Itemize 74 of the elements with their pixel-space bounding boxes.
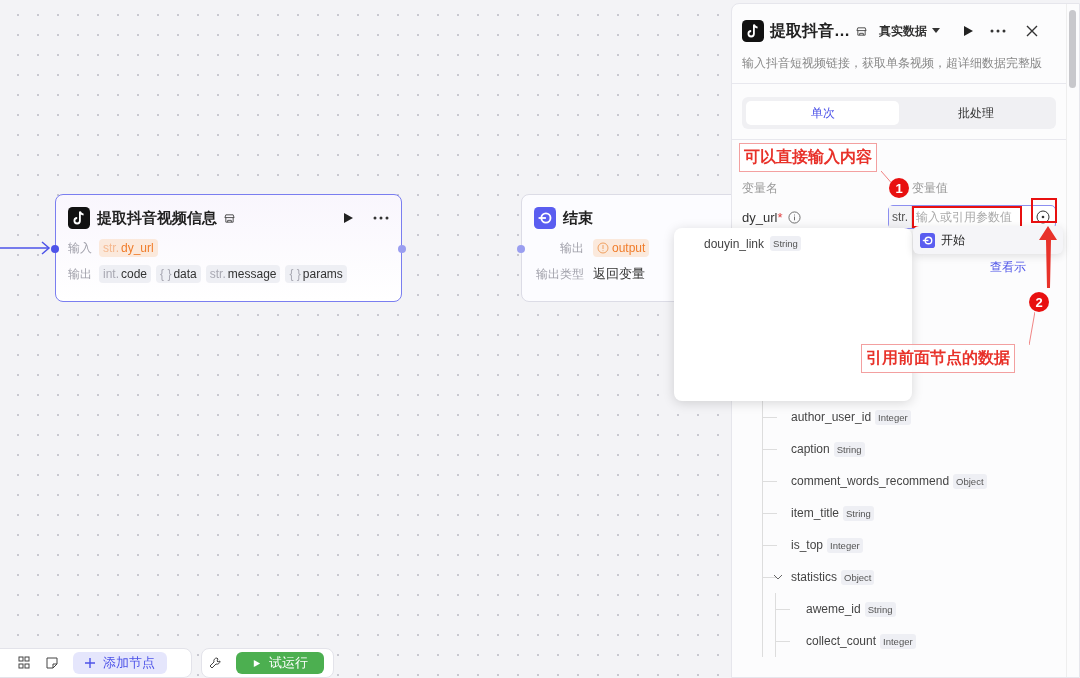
field-name: comment_words_recommend — [791, 474, 950, 488]
variable-tag: str. message — [205, 265, 281, 283]
example-link[interactable]: 查看示 — [990, 259, 1026, 276]
field-name: item_title — [791, 506, 840, 520]
annotation-callout: 引用前面节点的数据 — [861, 344, 1015, 373]
variable-tag: { } params — [285, 265, 347, 283]
node-title: 结束 — [563, 208, 593, 228]
variable-tag: output — [593, 239, 650, 257]
more-icon[interactable] — [373, 216, 389, 220]
type-tag: Integer — [875, 409, 911, 425]
input-field[interactable]: str. 输入或引用参数值 — [888, 205, 1056, 229]
field-name: aweme_id — [806, 602, 861, 616]
annotation-callout: 可以直接输入内容 — [739, 143, 877, 172]
exit-icon — [534, 207, 556, 229]
input-port[interactable] — [51, 245, 59, 253]
type-tag: Object — [841, 569, 875, 585]
grid-icon[interactable] — [17, 656, 31, 670]
connector-arrow — [0, 241, 52, 255]
exit-icon — [920, 232, 935, 248]
variable-name[interactable]: douyin_link — [704, 236, 765, 251]
input-port[interactable] — [517, 245, 525, 253]
store-icon — [856, 25, 867, 37]
data-mode-dropdown[interactable]: 真实数据 — [873, 22, 948, 40]
store-icon — [224, 212, 235, 224]
caret-icon — [932, 28, 940, 34]
reference-icon[interactable] — [1036, 210, 1050, 224]
field-name: is_top — [791, 538, 824, 552]
type-tag: Integer — [827, 537, 863, 553]
field-name: author_user_id — [791, 410, 872, 424]
column-header: 变量名 — [742, 180, 779, 197]
row-label: 输出类型 — [535, 265, 584, 283]
type-tag: String — [864, 601, 896, 617]
leader-line — [1029, 312, 1035, 345]
note-icon[interactable] — [45, 656, 59, 670]
field-name: statistics — [791, 570, 837, 584]
field-name: collect_count — [806, 634, 877, 648]
variable-tag: int. code — [99, 265, 152, 283]
variable-tag: { } data — [156, 265, 201, 283]
music-note-logo-icon — [742, 20, 764, 42]
scrollbar-thumb[interactable] — [1069, 10, 1076, 88]
chevron-icon[interactable] — [773, 572, 783, 582]
row-label: 输出 — [559, 239, 584, 257]
type-tag: String — [843, 505, 874, 521]
music-note-logo-icon — [68, 207, 90, 229]
panel-title: 提取抖音… — [770, 20, 850, 41]
row-label: 输入 — [68, 239, 93, 257]
tab[interactable]: 批处理 — [899, 101, 1052, 125]
type-tag: String — [833, 441, 865, 457]
plus-icon — [85, 658, 95, 668]
pointer-arrow — [1038, 226, 1058, 288]
add-node-button[interactable]: 添加节点 — [73, 652, 167, 674]
variable-tag: str. dy_url — [99, 239, 158, 257]
more-icon[interactable] — [990, 29, 1006, 33]
type-tag: Integer — [880, 633, 916, 649]
info-icon[interactable] — [788, 210, 802, 224]
column-header: 变量值 — [912, 180, 948, 197]
type-tag: Object — [953, 473, 987, 489]
row-value: 返回变量 — [593, 265, 645, 283]
node-menu-item[interactable]: 开始 — [913, 226, 1063, 254]
node-title: 提取抖音视频信息 — [97, 208, 217, 228]
highlight-frame — [1031, 198, 1057, 223]
close-icon[interactable] — [1026, 25, 1038, 37]
warning-icon — [597, 242, 609, 254]
tab[interactable]: 单次 — [746, 101, 899, 125]
value-input[interactable]: 输入或引用参数值 — [912, 206, 1022, 228]
play-icon — [252, 658, 261, 668]
panel-description: 输入抖音短视频链接，获取单条视频，超详细数据完整版 — [732, 44, 1066, 84]
parameter-name: dy_url* — [742, 209, 783, 225]
wrench-icon[interactable] — [208, 656, 222, 670]
play-icon[interactable] — [342, 212, 354, 224]
field-name: caption — [791, 442, 830, 456]
type-tag: String — [770, 236, 801, 251]
row-label: 输出 — [68, 265, 93, 283]
play-icon[interactable] — [962, 25, 974, 37]
